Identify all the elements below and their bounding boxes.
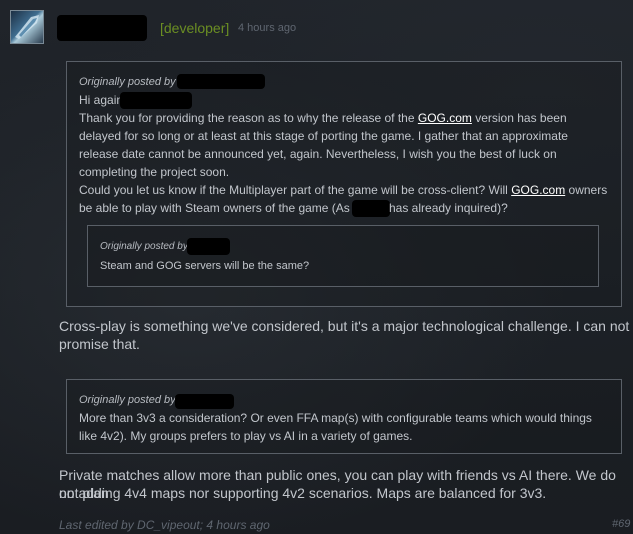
redacted-quoted-author[interactable] (175, 394, 234, 409)
nested-quote-block (87, 225, 599, 287)
post-number-link[interactable]: #69 (612, 518, 630, 530)
avatar-emblem-icon (15, 15, 39, 39)
quote-text-line: release date cannot be announced yet, ag… (79, 147, 557, 161)
nested-quote-header: Originally posted by (100, 241, 188, 252)
post-timestamp[interactable]: 4 hours ago (238, 22, 296, 34)
quote-header: Originally posted by (79, 76, 176, 88)
redacted-quoted-author[interactable] (177, 74, 265, 89)
redacted-author-name (57, 15, 147, 41)
redacted-quoted-author[interactable] (187, 238, 230, 255)
gog-link[interactable]: GOG.com (511, 183, 565, 197)
quote-text-line: like 4v2). My groups prefers to play vs … (79, 429, 413, 443)
quote-text-line: delayed for so long or at least at this … (79, 129, 568, 143)
quote-text-line: More than 3v3 a consideration? Or even F… (79, 411, 592, 425)
reply-text-line: promise that. (59, 336, 140, 352)
gog-link[interactable]: GOG.com (418, 111, 472, 125)
developer-badge: [developer] (160, 20, 230, 36)
quote-text-line: Could you let us know if the Multiplayer… (79, 183, 608, 197)
quote-text-line: has already inquired)? (389, 201, 508, 215)
quote-text-line: be able to play with Steam owners of the… (79, 201, 350, 215)
quote-text-line: Thank you for providing the reason as to… (79, 111, 567, 125)
quote-text-line: completing the project soon. (79, 165, 230, 179)
quote-text-line: Hi again (79, 93, 124, 107)
redacted-name (352, 200, 390, 217)
author-avatar[interactable] (10, 10, 44, 44)
nested-quote-text: Steam and GOG servers will be the same? (100, 260, 310, 272)
reply-text-line: on adding 4v4 maps nor supporting 4v2 sc… (59, 485, 547, 501)
reply-text-line: Cross-play is something we've considered… (59, 318, 630, 334)
quote-header: Originally posted by (79, 394, 176, 406)
redacted-name (120, 92, 192, 109)
last-edited-note: Last edited by DC_vipeout; 4 hours ago (59, 518, 270, 532)
